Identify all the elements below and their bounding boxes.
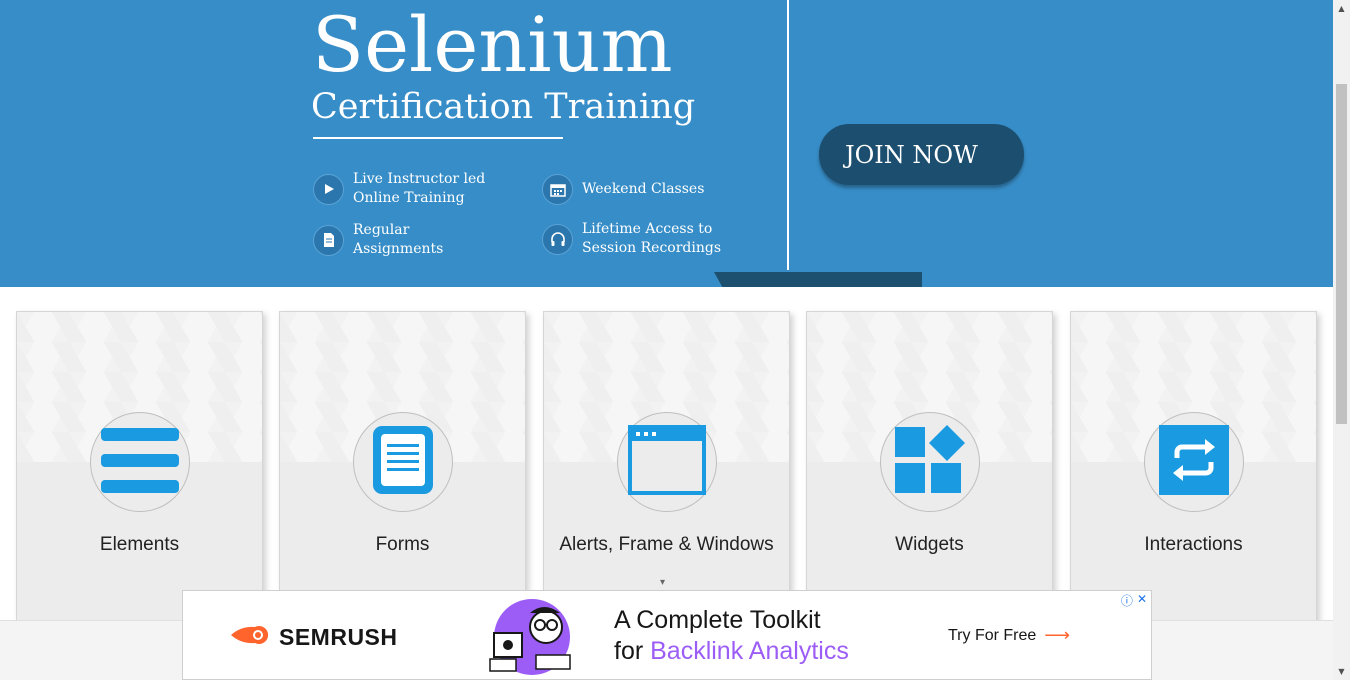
ad-headline: A Complete Toolkit for Backlink Analytic…: [614, 605, 849, 667]
card-avatar: [1144, 412, 1244, 512]
card-label: Widgets: [895, 534, 964, 555]
feature-text: Lifetime Access to Session Recordings: [582, 221, 722, 256]
ad-headline-prefix: for: [614, 637, 651, 665]
banner-ribbon: [714, 272, 922, 287]
try-for-free-link[interactable]: Try For Free ⟶: [948, 625, 1070, 646]
banner-underline: [313, 137, 563, 139]
ad-headline-line1: A Complete Toolkit: [614, 606, 821, 634]
feature-text: Weekend Classes: [582, 181, 705, 197]
card-label: Interactions: [1144, 534, 1243, 555]
card-avatar: [90, 412, 190, 512]
card-forms[interactable]: Forms: [279, 311, 526, 631]
ad-illustration: [486, 595, 574, 675]
arrow-right-icon: ⟶: [1044, 625, 1071, 645]
card-interactions[interactable]: Interactions: [1070, 311, 1317, 631]
card-elements[interactable]: Elements: [16, 311, 263, 631]
ad-brand-name: SEMRUSH: [279, 623, 398, 650]
play-icon: [313, 173, 344, 205]
card-avatar: [353, 412, 453, 512]
banner-divider: [787, 0, 789, 270]
form-document-icon: [373, 426, 433, 498]
browser-window-icon: [628, 425, 706, 499]
ad-headline-line2: for Backlink Analytics: [614, 636, 849, 667]
join-now-button[interactable]: JOIN NOW: [819, 124, 1024, 185]
ad-headline-accent: Backlink Analytics: [650, 637, 849, 665]
document-icon: [313, 224, 344, 256]
card-alerts-frame-windows[interactable]: Alerts, Frame & Windows: [543, 311, 790, 631]
feature-lifetime-access: Lifetime Access to Session Recordings: [542, 220, 732, 258]
card-avatar: [617, 412, 717, 512]
card-label: Alerts, Frame & Windows: [559, 534, 774, 555]
ad-badges: ⓘ ✕: [1121, 592, 1147, 609]
vertical-scrollbar[interactable]: ▲ ▼: [1333, 0, 1350, 680]
ad-close-icon[interactable]: ✕: [1137, 592, 1147, 609]
widgets-icon: [895, 425, 965, 499]
card-label: Elements: [99, 534, 180, 555]
card-widgets[interactable]: Widgets: [806, 311, 1053, 631]
selenium-training-banner[interactable]: Selenium Certification Training Live Ins…: [0, 0, 1333, 287]
hamburger-icon: [101, 425, 179, 499]
feature-live-training: Live Instructor led Online Training: [313, 170, 503, 208]
feature-assignments: Regular Assignments: [313, 221, 503, 259]
banner-title: Selenium: [312, 0, 673, 89]
ad-cta-label: Try For Free: [948, 626, 1037, 644]
chevron-down-icon: ▾: [660, 577, 666, 588]
feature-text: Live Instructor led Online Training: [353, 171, 486, 206]
ad-info-icon[interactable]: ⓘ: [1121, 592, 1133, 609]
semrush-flame-icon: [231, 623, 273, 651]
card-label: Forms: [375, 534, 430, 555]
semrush-logo: SEMRUSH: [231, 623, 398, 651]
headphones-icon: [542, 223, 573, 255]
scrollbar-thumb[interactable]: [1336, 84, 1347, 424]
swap-arrows-icon: [1159, 425, 1229, 499]
card-avatar: [880, 412, 980, 512]
feature-weekend-classes: Weekend Classes: [542, 174, 732, 205]
scroll-down-arrow-icon[interactable]: ▼: [1333, 663, 1350, 680]
banner-subtitle: Certification Training: [311, 87, 696, 127]
calendar-icon: [542, 174, 573, 205]
feature-text: Regular Assignments: [353, 222, 444, 257]
advertisement-banner[interactable]: SEMRUSH A Complete Toolkit for Backlink …: [182, 590, 1152, 680]
scroll-up-arrow-icon[interactable]: ▲: [1333, 0, 1350, 17]
page: Selenium Certification Training Live Ins…: [0, 0, 1350, 680]
